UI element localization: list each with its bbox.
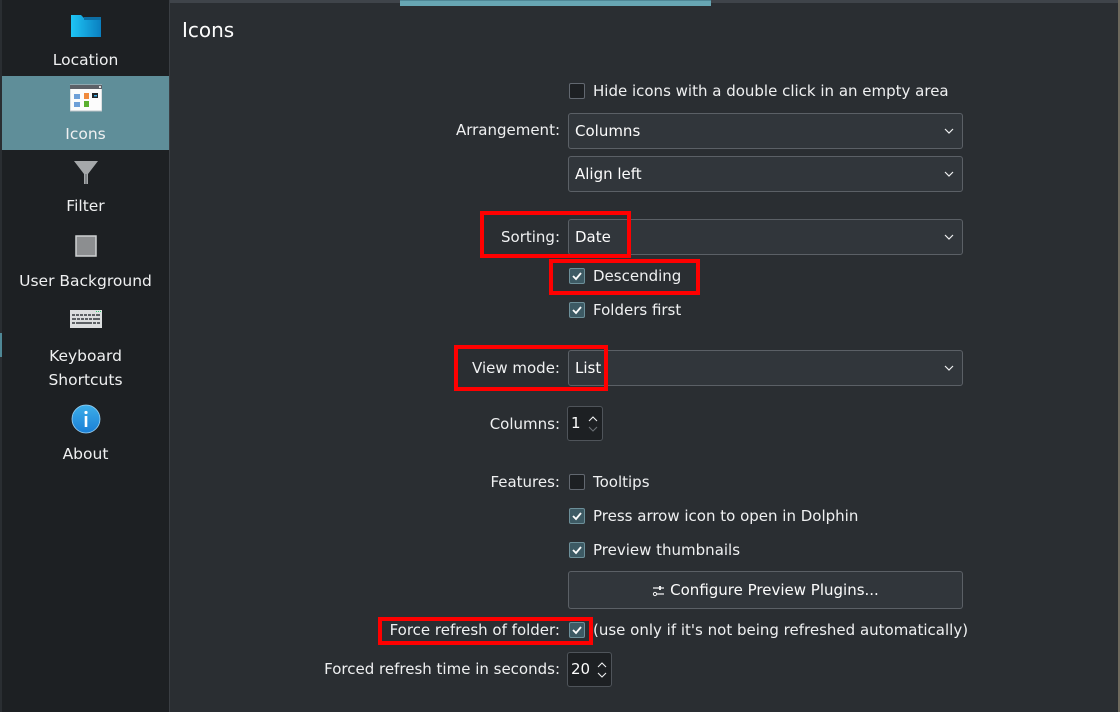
press-arrow-label: Press arrow icon to open in Dolphin — [593, 507, 859, 525]
arrangement-combo[interactable]: Columns — [568, 113, 963, 149]
press-arrow-checkbox[interactable] — [569, 508, 585, 524]
alignment-value: Align left — [575, 165, 642, 183]
preview-thumbnails-checkbox[interactable] — [569, 542, 585, 558]
sidebar-item-keyboard-shortcuts[interactable]: Keyboard Shortcuts — [2, 298, 169, 394]
page-title: Icons — [182, 18, 235, 42]
sidebar-item-label-line2: Shortcuts — [48, 371, 123, 389]
configure-sliders-icon — [653, 586, 665, 597]
folders-first-checkbox[interactable] — [569, 302, 585, 318]
preview-thumbnails-label: Preview thumbnails — [593, 541, 741, 559]
info-icon — [71, 404, 101, 434]
configure-preview-plugins-button[interactable]: Configure Preview Plugins... — [568, 571, 963, 609]
filter-funnel-icon — [73, 160, 99, 186]
sidebar-item-filter[interactable]: Filter — [2, 150, 169, 224]
view-mode-combo[interactable]: List — [568, 350, 963, 386]
refresh-time-value: 20 — [571, 660, 591, 678]
columns-spinbox[interactable]: 1 — [567, 406, 603, 441]
hide-icons-checkbox[interactable] — [569, 83, 585, 99]
icons-view-icon — [69, 84, 102, 112]
force-refresh-hint: (use only if it's not being refreshed au… — [593, 621, 969, 639]
refresh-time-label: Forced refresh time in seconds: — [324, 660, 560, 678]
highlight-box-force-refresh — [378, 617, 593, 645]
sidebar-item-about[interactable]: About — [2, 394, 169, 470]
sidebar-item-label: Location — [52, 51, 119, 69]
active-tab-indicator — [400, 0, 711, 6]
chevron-down-icon — [944, 171, 954, 177]
arrangement-label: Arrangement: — [455, 121, 560, 139]
check-icon — [572, 512, 582, 521]
highlight-box-descending — [549, 259, 700, 295]
sidebar-item-label: About — [62, 445, 109, 463]
columns-label: Columns: — [489, 415, 560, 433]
features-label: Features: — [490, 473, 560, 491]
check-icon — [572, 546, 582, 555]
sidebar-item-label: User Background — [19, 272, 152, 290]
sidebar: Location Icons Filter User Background Ke… — [0, 0, 170, 712]
chevron-down-icon — [944, 234, 954, 240]
background-square-icon — [74, 235, 97, 257]
arrangement-value: Columns — [575, 122, 641, 140]
sidebar-item-label: Keyboard — [49, 347, 122, 365]
hide-icons-label: Hide icons with a double click in an emp… — [593, 82, 949, 100]
check-icon — [572, 306, 582, 315]
folders-first-label: Folders first — [593, 301, 682, 319]
configure-button-label: Configure Preview Plugins... — [670, 581, 879, 599]
refresh-time-spinbox[interactable]: 20 — [567, 652, 612, 687]
sidebar-item-label: Icons — [65, 125, 106, 143]
spin-arrows-icon[interactable] — [587, 413, 599, 435]
sidebar-item-label: Filter — [66, 197, 105, 215]
chevron-down-icon — [944, 365, 954, 371]
tooltips-label: Tooltips — [593, 473, 650, 491]
highlight-box-sorting — [480, 211, 631, 258]
folder-icon — [70, 12, 102, 42]
sidebar-item-location[interactable]: Location — [2, 0, 169, 76]
sidebar-item-user-background[interactable]: User Background — [2, 224, 169, 298]
highlight-box-view-mode — [454, 345, 608, 391]
chevron-down-icon — [944, 128, 954, 134]
tooltips-checkbox[interactable] — [569, 474, 585, 490]
alignment-combo[interactable]: Align left — [568, 156, 963, 192]
spin-arrows-icon[interactable] — [596, 659, 608, 681]
sidebar-item-icons[interactable]: Icons — [2, 76, 169, 150]
columns-value: 1 — [571, 414, 581, 432]
keyboard-icon — [69, 310, 102, 330]
